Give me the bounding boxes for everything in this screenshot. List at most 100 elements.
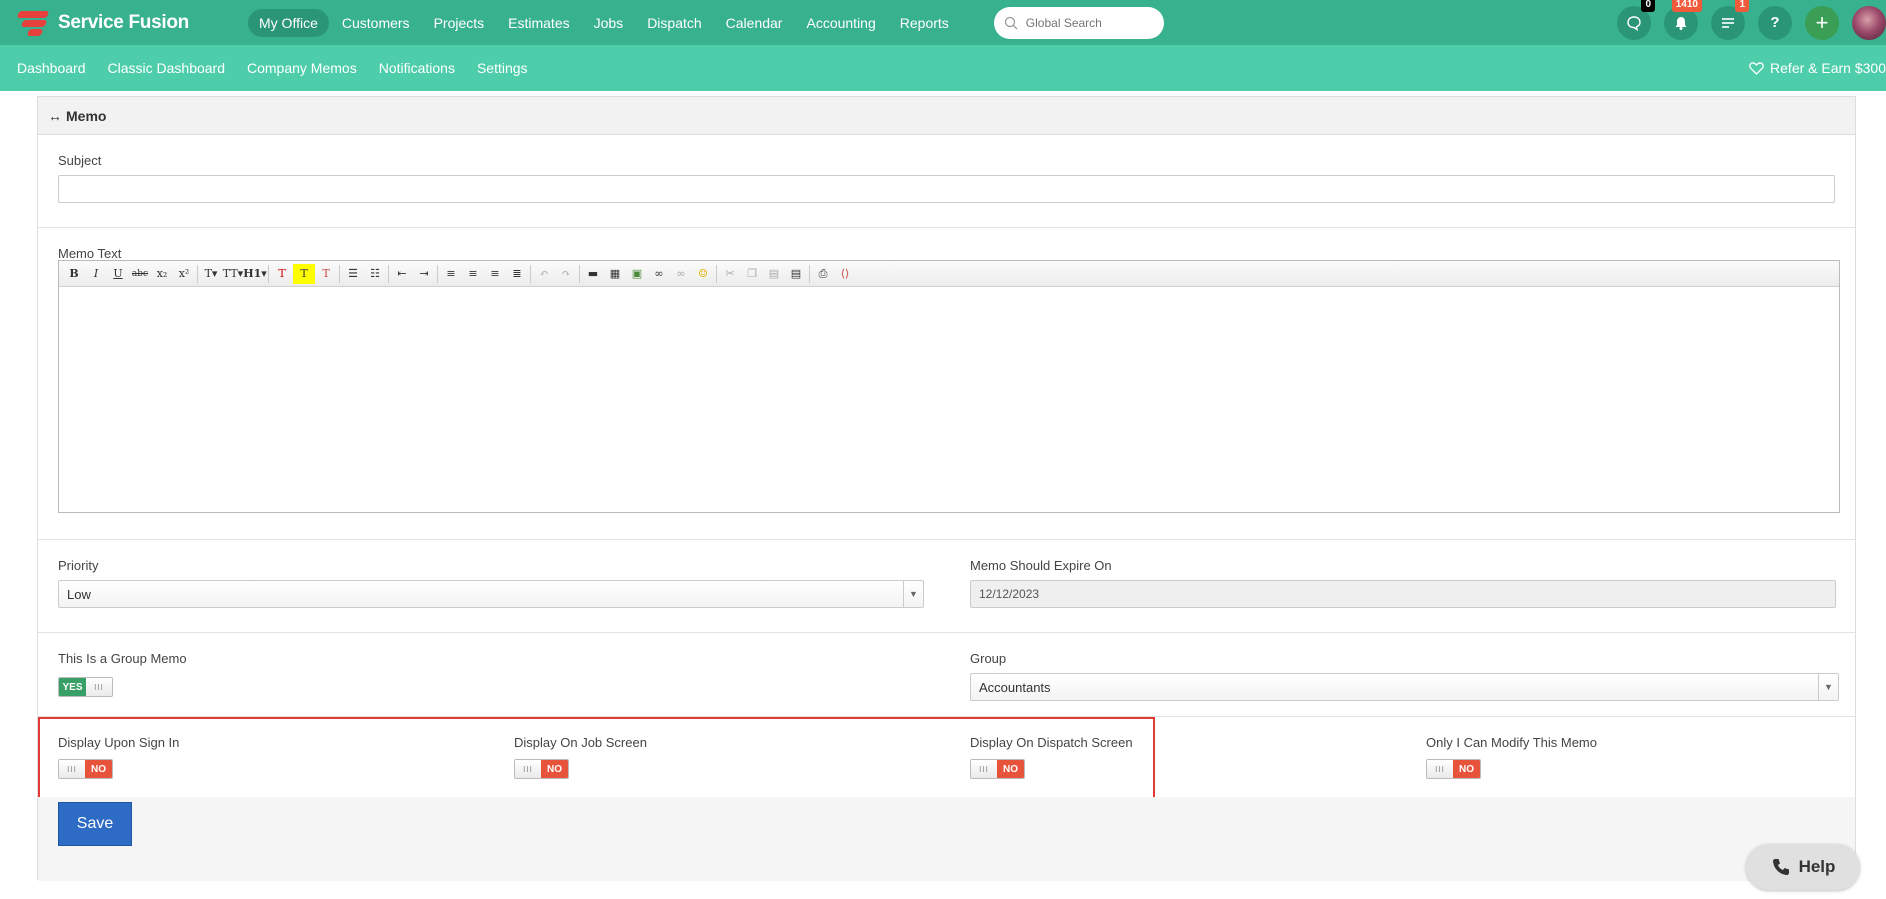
heading-icon[interactable]: H1▾ <box>243 264 267 284</box>
form-footer: Save <box>38 797 1855 881</box>
top-navbar: Service Fusion My Office Customers Proje… <box>0 0 1886 45</box>
subnav-dashboard[interactable]: Dashboard <box>17 60 86 76</box>
app-logo[interactable]: Service Fusion <box>14 8 234 38</box>
bullet-list-icon[interactable]: ☰ <box>342 264 364 284</box>
nav-calendar[interactable]: Calendar <box>715 9 794 37</box>
priority-select[interactable]: Low ▼ <box>58 580 924 608</box>
app-name: Service Fusion <box>58 11 189 33</box>
toggle-no: NO <box>1453 760 1480 778</box>
group-memo-toggle[interactable]: YES III <box>58 677 113 697</box>
panel-title: Memo <box>66 107 107 124</box>
align-left-icon[interactable]: ≡ <box>440 264 462 284</box>
cut-icon[interactable]: ✂ <box>719 264 741 284</box>
notifications-button[interactable]: 1410 <box>1664 0 1702 40</box>
memo-panel: ↔ Memo Subject Memo Text B I U abc x₂ x²… <box>37 96 1856 881</box>
subscript-icon[interactable]: x₂ <box>151 264 173 284</box>
subnav-notifications[interactable]: Notifications <box>379 60 455 76</box>
paste-text-icon[interactable]: ▤ <box>785 264 807 284</box>
memo-text-editor[interactable]: B I U abc x₂ x² T▾ TT▾ H1▾ T T T ☰ ☷ ⇤ ⇥ <box>58 260 1840 513</box>
group-section: This Is a Group Memo YES III Group Accou… <box>38 633 1855 717</box>
italic-icon[interactable]: I <box>85 264 107 284</box>
nav-estimates[interactable]: Estimates <box>497 9 580 37</box>
nav-jobs[interactable]: Jobs <box>583 9 635 37</box>
image-icon[interactable]: ▣ <box>626 264 648 284</box>
memo-text-label: Memo Text <box>58 246 122 261</box>
nav-accounting[interactable]: Accounting <box>795 9 886 37</box>
user-avatar[interactable] <box>1852 5 1886 40</box>
link-icon[interactable]: ∞ <box>648 264 670 284</box>
memo-panel-header: ↔ Memo <box>38 97 1855 135</box>
toggle-yes: YES <box>59 678 86 696</box>
align-center-icon[interactable]: ≡ <box>462 264 484 284</box>
expire-date-value: 12/12/2023 <box>979 587 1040 601</box>
nav-dispatch[interactable]: Dispatch <box>636 9 712 37</box>
global-search-input[interactable] <box>1025 15 1146 30</box>
paste-icon[interactable]: ▤ <box>763 264 785 284</box>
group-memo-label: This Is a Group Memo <box>58 651 187 666</box>
add-new-button[interactable]: + <box>1805 5 1839 40</box>
table-icon[interactable]: ▦ <box>604 264 626 284</box>
chat-button[interactable]: 0 <box>1617 0 1655 40</box>
sub-navbar: Dashboard Classic Dashboard Company Memo… <box>0 45 1886 91</box>
memo-text-section: Memo Text B I U abc x₂ x² T▾ TT▾ H1▾ T T… <box>38 228 1855 540</box>
bold-icon[interactable]: B <box>63 264 85 284</box>
nav-projects[interactable]: Projects <box>423 9 496 37</box>
subject-label: Subject <box>58 153 102 168</box>
toggle-handle: III <box>85 678 112 696</box>
subject-input[interactable] <box>58 175 1835 203</box>
main-nav: My Office Customers Projects Estimates J… <box>248 8 962 37</box>
subnav-company-memos[interactable]: Company Memos <box>247 60 357 76</box>
toggle-handle: III <box>1427 760 1454 778</box>
global-search[interactable] <box>993 6 1164 39</box>
refer-earn-label: Refer & Earn $300 <box>1770 60 1886 76</box>
source-code-icon[interactable]: ⟨⟩ <box>834 264 856 284</box>
expire-label: Memo Should Expire On <box>970 558 1112 573</box>
font-size-icon[interactable]: TT▾ <box>222 264 244 284</box>
resize-arrows-icon: ↔ <box>48 107 62 124</box>
help-question-button[interactable]: ? <box>1758 5 1792 40</box>
numbered-list-icon[interactable]: ☷ <box>364 264 386 284</box>
strikethrough-icon[interactable]: abc <box>129 264 151 284</box>
question-icon: ? <box>1770 14 1780 31</box>
underline-icon[interactable]: U <box>107 264 129 284</box>
save-button[interactable]: Save <box>58 802 132 846</box>
highlight-box <box>38 717 1155 799</box>
subnav-classic-dashboard[interactable]: Classic Dashboard <box>108 60 226 76</box>
unlink-icon[interactable]: ∞ <box>670 264 692 284</box>
chevron-down-icon: ▼ <box>903 581 923 607</box>
heart-icon <box>1749 61 1764 75</box>
superscript-icon[interactable]: x² <box>173 264 195 284</box>
font-family-icon[interactable]: T▾ <box>200 264 222 284</box>
outdent-icon[interactable]: ⇤ <box>391 264 413 284</box>
modify-toggle[interactable]: III NO <box>1426 759 1481 779</box>
horizontal-rule-icon[interactable]: ▬ <box>582 264 604 284</box>
expire-date-input[interactable]: 12/12/2023 <box>970 580 1836 608</box>
refer-earn-link[interactable]: Refer & Earn $300 <box>1749 45 1886 91</box>
align-justify-icon[interactable]: ≣ <box>506 264 528 284</box>
group-select[interactable]: Accountants ▼ <box>970 673 1839 701</box>
redo-icon[interactable]: ↷ <box>555 264 577 284</box>
search-icon <box>1004 16 1018 29</box>
nav-reports[interactable]: Reports <box>889 9 960 37</box>
highlight-color-icon[interactable]: T <box>293 263 315 284</box>
tasks-button[interactable]: 1 <box>1711 0 1749 40</box>
chevron-down-icon: ▼ <box>1818 674 1838 700</box>
help-button[interactable]: Help <box>1746 844 1860 890</box>
copy-icon[interactable]: ❐ <box>741 264 763 284</box>
clear-format-icon[interactable]: T <box>315 264 337 284</box>
chat-bubble-icon <box>1627 15 1641 31</box>
text-color-icon[interactable]: T <box>271 264 293 284</box>
emoji-icon[interactable]: ☺ <box>692 264 714 284</box>
print-icon[interactable]: ⎙ <box>812 264 834 284</box>
undo-icon[interactable]: ↶ <box>533 264 555 284</box>
group-label: Group <box>970 651 1007 666</box>
align-right-icon[interactable]: ≡ <box>484 264 506 284</box>
editor-toolbar: B I U abc x₂ x² T▾ TT▾ H1▾ T T T ☰ ☷ ⇤ ⇥ <box>59 261 1839 287</box>
nav-my-office[interactable]: My Office <box>248 8 329 37</box>
phone-icon <box>1772 859 1789 875</box>
notifications-count-badge: 1410 <box>1671 0 1702 12</box>
subnav-settings[interactable]: Settings <box>477 60 528 76</box>
nav-customers[interactable]: Customers <box>331 9 421 37</box>
subject-section: Subject <box>38 135 1855 228</box>
indent-icon[interactable]: ⇥ <box>413 264 435 284</box>
